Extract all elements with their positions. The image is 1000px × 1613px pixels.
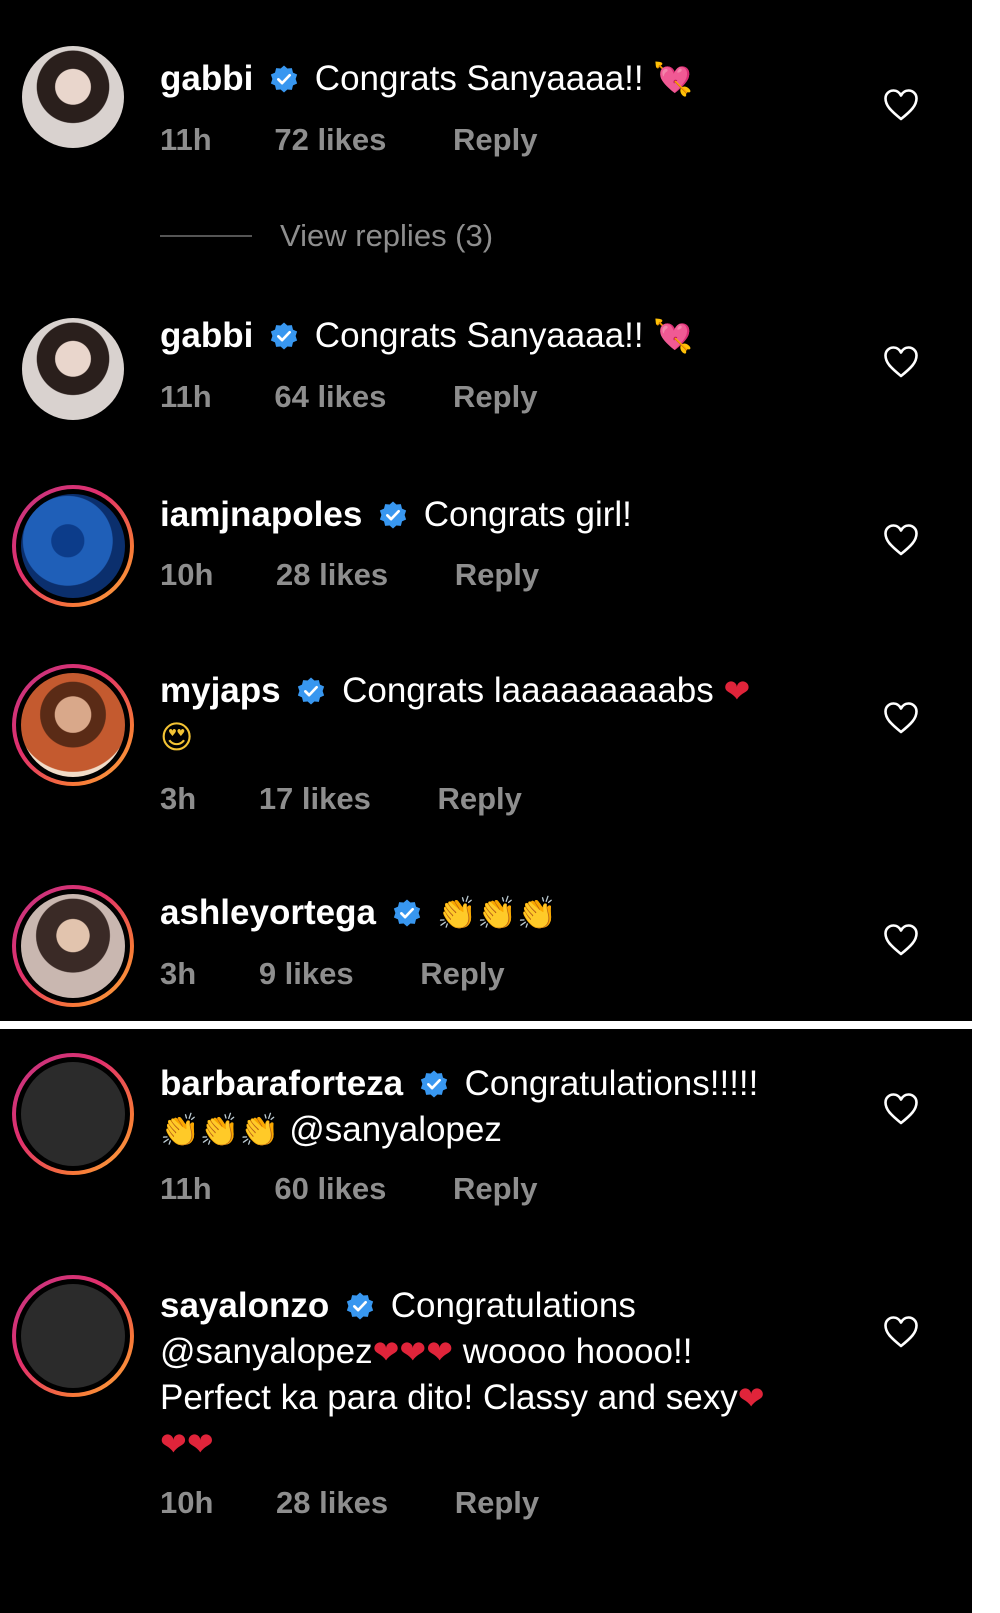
comment-text: Congratulations!!!!! bbox=[464, 1064, 759, 1103]
heart-outline-icon[interactable] bbox=[883, 923, 919, 957]
red-heart-emoji: ❤ bbox=[737, 1379, 765, 1417]
mention-link[interactable]: @sanyalopez bbox=[160, 1332, 373, 1371]
verified-badge-icon bbox=[419, 1069, 449, 1099]
comment-meta: 3h 9 likes Reply bbox=[160, 956, 505, 992]
likes-count[interactable]: 60 likes bbox=[274, 1171, 386, 1207]
heart-outline-icon[interactable] bbox=[883, 88, 919, 122]
verified-badge-icon bbox=[345, 1291, 375, 1321]
verified-badge-icon bbox=[269, 321, 299, 351]
heart-outline-icon[interactable] bbox=[883, 523, 919, 557]
comment-text: Congratulations bbox=[390, 1286, 636, 1325]
username[interactable]: myjaps bbox=[160, 671, 281, 710]
red-heart-emoji: ❤ bbox=[723, 672, 751, 710]
avatar[interactable] bbox=[12, 664, 134, 786]
comment-time: 3h bbox=[160, 781, 197, 816]
heart-outline-icon[interactable] bbox=[883, 345, 919, 379]
username[interactable]: barbaraforteza bbox=[160, 1064, 403, 1103]
avatar[interactable] bbox=[12, 885, 134, 1007]
heart-outline-icon[interactable] bbox=[883, 1315, 919, 1349]
verified-badge-icon bbox=[269, 64, 299, 94]
reply-button[interactable]: Reply bbox=[420, 956, 504, 992]
likes-count[interactable]: 9 likes bbox=[259, 956, 354, 992]
likes-count[interactable]: 17 likes bbox=[259, 781, 371, 817]
verified-badge-icon bbox=[378, 500, 408, 530]
reply-button[interactable]: Reply bbox=[453, 1171, 537, 1207]
comment-time: 11h bbox=[160, 1171, 212, 1206]
avatar[interactable] bbox=[22, 318, 124, 420]
heart-arrow-emoji: 💘 bbox=[653, 60, 694, 98]
avatar[interactable] bbox=[22, 46, 124, 148]
reply-button[interactable]: Reply bbox=[453, 122, 537, 158]
comment-time: 3h bbox=[160, 956, 197, 991]
comment-body: iamjnapoles Congrats girl! bbox=[160, 492, 850, 538]
reply-button[interactable]: Reply bbox=[455, 1485, 539, 1521]
view-replies-button[interactable]: View replies (3) bbox=[160, 216, 493, 256]
likes-count[interactable]: 72 likes bbox=[274, 122, 386, 158]
comment-text: Congrats laaaaaaaaabs bbox=[342, 671, 714, 710]
comments-panel-bottom: barbaraforteza Congratulations!!!!! 👏👏👏 … bbox=[0, 1029, 972, 1613]
comment-text-continued: woooo hoooo!! bbox=[462, 1332, 693, 1371]
likes-count[interactable]: 64 likes bbox=[274, 379, 386, 415]
comment-meta: 10h 28 likes Reply bbox=[160, 1485, 539, 1521]
comments-panel-top: gabbi Congrats Sanyaaaa!! 💘 11h 72 likes… bbox=[0, 0, 972, 1021]
comment-body: sayalonzo Congratulations @sanyalopez❤❤❤… bbox=[160, 1283, 850, 1467]
comment-time: 11h bbox=[160, 379, 212, 414]
comment-body: myjaps Congrats laaaaaaaaabs ❤ 😍 bbox=[160, 668, 850, 760]
username[interactable]: gabbi bbox=[160, 59, 253, 98]
likes-count[interactable]: 28 likes bbox=[276, 1485, 388, 1521]
clapping-hands-emoji: 👏👏👏 bbox=[160, 1111, 280, 1149]
mention-link[interactable]: @sanyalopez bbox=[289, 1110, 502, 1149]
avatar[interactable] bbox=[12, 1053, 134, 1175]
username[interactable]: ashleyortega bbox=[160, 893, 376, 932]
username[interactable]: iamjnapoles bbox=[160, 495, 362, 534]
comment-time: 10h bbox=[160, 1485, 214, 1520]
red-heart-emoji: ❤❤ bbox=[160, 1425, 214, 1463]
heart-outline-icon[interactable] bbox=[883, 701, 919, 735]
comment-body: barbaraforteza Congratulations!!!!! 👏👏👏 … bbox=[160, 1061, 850, 1153]
heart-eyes-emoji: 😍 bbox=[160, 718, 194, 756]
comment-meta: 3h 17 likes Reply bbox=[160, 781, 522, 817]
avatar[interactable] bbox=[12, 485, 134, 607]
red-heart-emoji: ❤❤❤ bbox=[372, 1333, 454, 1371]
reply-button[interactable]: Reply bbox=[437, 781, 521, 817]
comment-time: 11h bbox=[160, 122, 212, 157]
comment-body: gabbi Congrats Sanyaaaa!! 💘 bbox=[160, 313, 850, 359]
comment-body: gabbi Congrats Sanyaaaa!! 💘 bbox=[160, 56, 850, 102]
username[interactable]: gabbi bbox=[160, 316, 253, 355]
verified-badge-icon bbox=[392, 898, 422, 928]
username[interactable]: sayalonzo bbox=[160, 1286, 329, 1325]
comment-body: ashleyortega 👏👏👏 bbox=[160, 890, 850, 936]
heart-arrow-emoji: 💘 bbox=[653, 317, 694, 355]
avatar[interactable] bbox=[12, 1275, 134, 1397]
comment-text: Congrats Sanyaaaa!! bbox=[314, 59, 644, 98]
reply-button[interactable]: Reply bbox=[455, 557, 539, 593]
comment-text: Congrats Sanyaaaa!! bbox=[314, 316, 644, 355]
comment-text: Congrats girl! bbox=[423, 495, 632, 534]
comment-time: 10h bbox=[160, 557, 214, 592]
heart-outline-icon[interactable] bbox=[883, 1092, 919, 1126]
clapping-hands-emoji: 👏👏👏 bbox=[437, 894, 557, 932]
verified-badge-icon bbox=[296, 676, 326, 706]
comment-meta: 10h 28 likes Reply bbox=[160, 557, 539, 593]
view-replies-label: View replies (3) bbox=[280, 218, 494, 253]
comment-meta: 11h 64 likes Reply bbox=[160, 379, 537, 415]
reply-button[interactable]: Reply bbox=[453, 379, 537, 415]
likes-count[interactable]: 28 likes bbox=[276, 557, 388, 593]
comment-meta: 11h 60 likes Reply bbox=[160, 1171, 537, 1207]
comment-text-continued: Perfect ka para dito! Classy and sexy bbox=[160, 1378, 738, 1417]
comment-meta: 11h 72 likes Reply bbox=[160, 122, 537, 158]
view-replies-line bbox=[160, 235, 252, 237]
